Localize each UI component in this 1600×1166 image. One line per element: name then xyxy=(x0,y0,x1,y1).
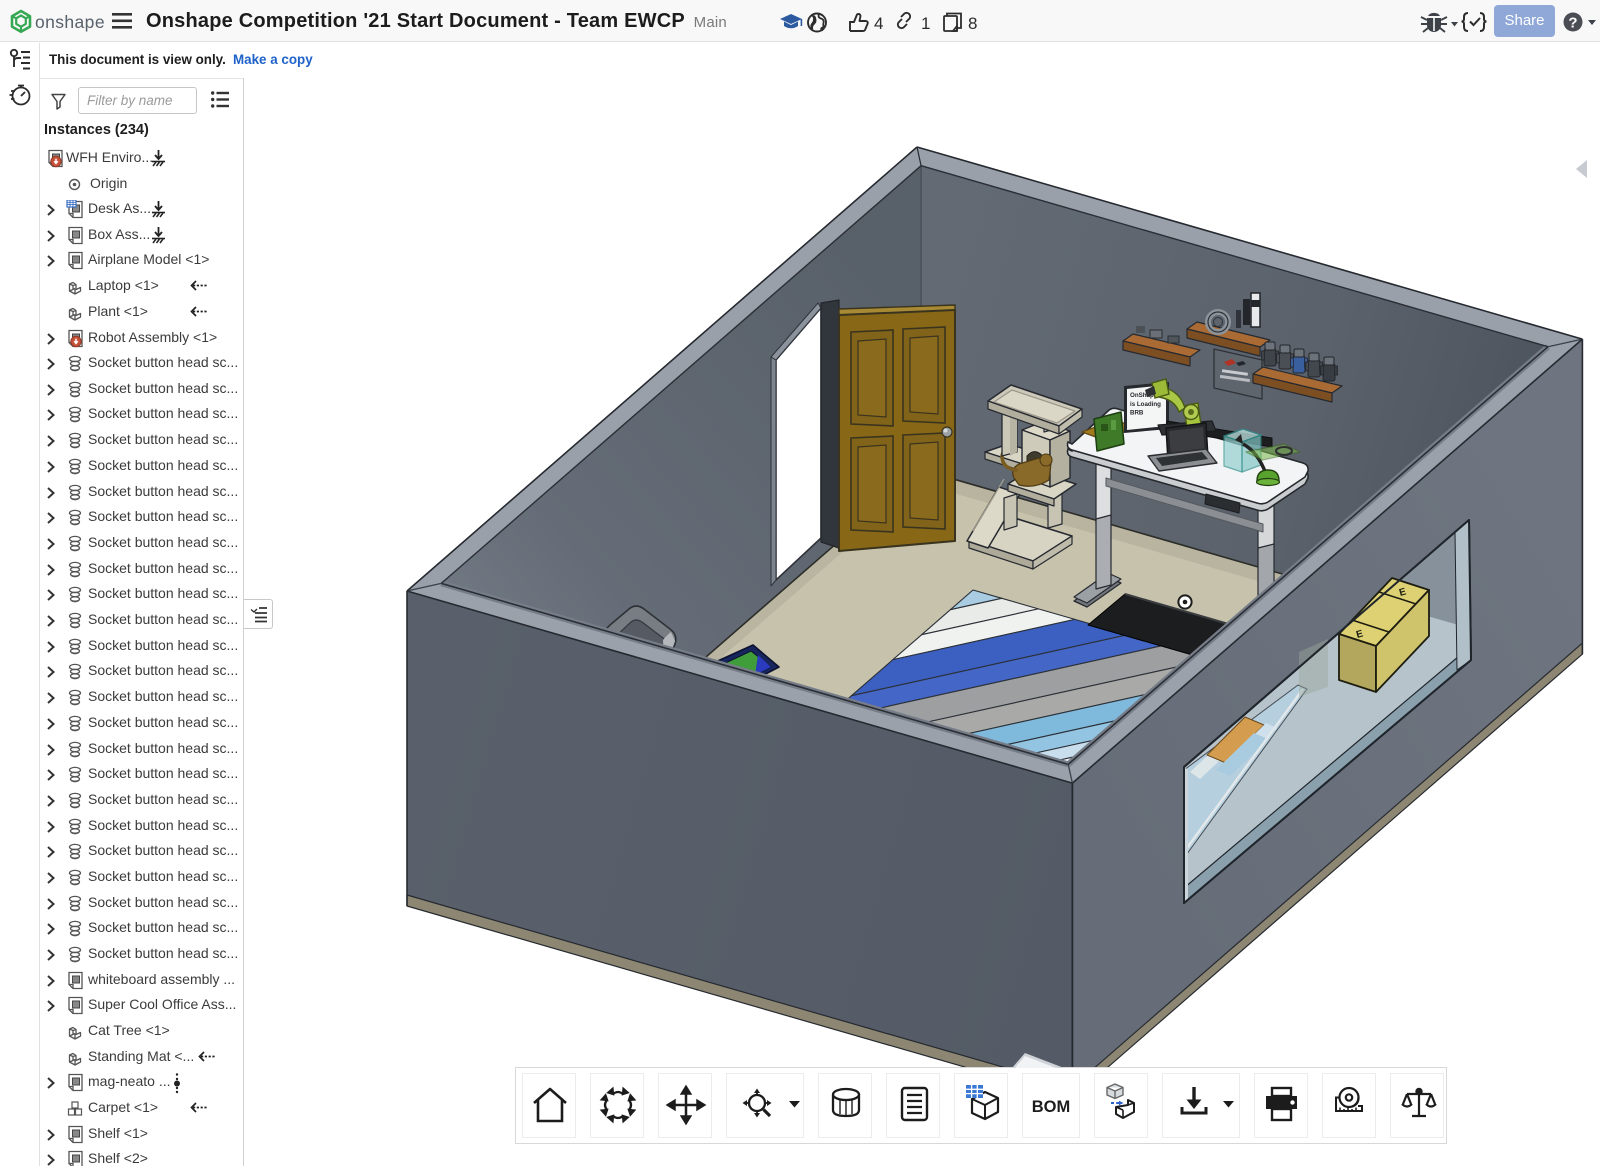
svg-text:?: ? xyxy=(1568,15,1577,32)
svg-text:BRB: BRB xyxy=(1130,410,1144,417)
svg-text:8: 8 xyxy=(968,14,977,33)
svg-text:onshape: onshape xyxy=(35,12,105,32)
svg-text:1: 1 xyxy=(921,14,930,33)
svg-text:4: 4 xyxy=(874,14,883,33)
svg-text:BOM: BOM xyxy=(1032,1098,1071,1116)
svg-text:is Loading: is Loading xyxy=(1130,401,1161,408)
